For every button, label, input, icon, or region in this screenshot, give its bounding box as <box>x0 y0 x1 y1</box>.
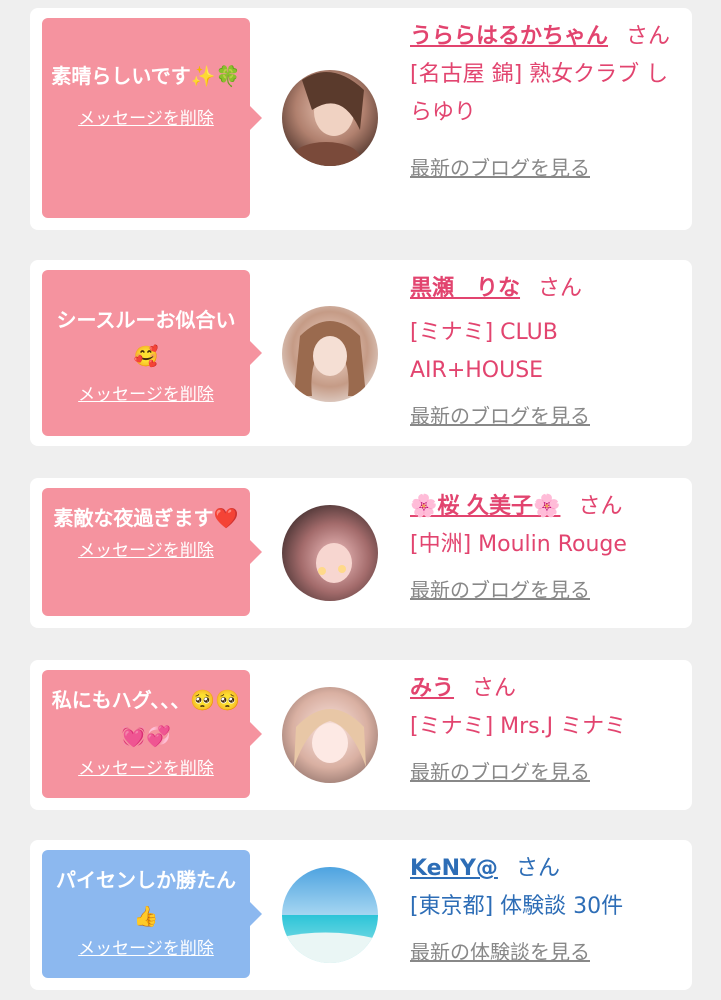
latest-blog-link[interactable]: 最新のブログを見る <box>410 756 590 785</box>
message-bubble: パイセンしか勝たん👍 メッセージを削除 <box>42 850 262 978</box>
user-name-link[interactable]: KeNY@ <box>410 856 498 881</box>
delete-message-link[interactable]: メッセージを削除 <box>78 380 214 405</box>
shop-name: [中洲] Moulin Rouge <box>410 532 627 557</box>
user-info: KeNY@ さん [東京都] 体験談 30件 最新の体験談を見る <box>410 850 682 965</box>
avatar[interactable] <box>282 505 378 601</box>
avatar[interactable] <box>282 306 378 402</box>
shop-name: [ミナミ] CLUB AIR+HOUSE <box>410 320 558 383</box>
delete-message-link[interactable]: メッセージを削除 <box>78 104 214 129</box>
latest-blog-link[interactable]: 最新のブログを見る <box>410 400 590 429</box>
avatar-photo-icon <box>282 505 378 601</box>
message-bubble: 素敵な夜過ぎます❤️ メッセージを削除 <box>42 488 262 616</box>
avatar-photo-icon <box>282 687 378 783</box>
message-text: パイセンしか勝たん👍 <box>56 868 236 928</box>
message-card: シースルーお似合い🥰 メッセージを削除 黒瀬 りな さん [ミナミ] CLUB A… <box>30 260 692 446</box>
user-name-link[interactable]: みう <box>410 676 454 701</box>
latest-report-link[interactable]: 最新の体験談を見る <box>410 936 590 965</box>
shop-name: [東京都] 体験談 30件 <box>410 894 624 919</box>
user-info: うららはるかちゃん さん [名古屋 錦] 熟女クラブ しらゆり 最新のブログを見る <box>410 18 682 181</box>
message-bubble: 素晴らしいです✨🍀 メッセージを削除 <box>42 18 262 218</box>
honorific: さん <box>538 276 583 301</box>
user-info: 黒瀬 りな さん [ミナミ] CLUB AIR+HOUSE 最新のブログを見る <box>410 270 682 429</box>
avatar-photo-icon <box>282 70 378 166</box>
honorific: さん <box>578 494 623 519</box>
honorific: さん <box>515 856 560 881</box>
user-info: みう さん [ミナミ] Mrs.J ミナミ 最新のブログを見る <box>410 670 682 785</box>
avatar[interactable] <box>282 687 378 783</box>
message-text: 素敵な夜過ぎます❤️ <box>53 506 239 530</box>
shop-name: [ミナミ] Mrs.J ミナミ <box>410 714 627 739</box>
message-text: シースルーお似合い🥰 <box>56 308 236 368</box>
delete-message-link[interactable]: メッセージを削除 <box>78 934 214 959</box>
avatar[interactable] <box>282 867 378 963</box>
delete-message-link[interactable]: メッセージを削除 <box>78 754 214 779</box>
message-card: パイセンしか勝たん👍 メッセージを削除 KeNY@ さん [東京都] 体験談 30… <box>30 840 692 990</box>
user-name-link[interactable]: うららはるかちゃん <box>410 24 608 49</box>
message-card: 私にもハグ、、、🥺🥺💓💞 メッセージを削除 みう さん [ミナミ] Mrs.J ミ… <box>30 660 692 810</box>
avatar[interactable] <box>282 70 378 166</box>
message-card: 素晴らしいです✨🍀 メッセージを削除 うららはるかちゃん さん [名古屋 錦] 熟… <box>30 8 692 230</box>
honorific: さん <box>472 676 517 701</box>
user-name-link[interactable]: 🌸桜 久美子🌸 <box>410 494 560 519</box>
user-name-link[interactable]: 黒瀬 りな <box>410 276 520 301</box>
avatar-photo-icon <box>282 306 378 402</box>
message-bubble: 私にもハグ、、、🥺🥺💓💞 メッセージを削除 <box>42 670 262 798</box>
beach-photo-icon <box>282 867 378 963</box>
message-text: 私にもハグ、、、🥺🥺💓💞 <box>51 688 241 748</box>
delete-message-link[interactable]: メッセージを削除 <box>78 536 214 561</box>
latest-blog-link[interactable]: 最新のブログを見る <box>410 152 590 181</box>
honorific: さん <box>626 24 671 49</box>
shop-name: [名古屋 錦] 熟女クラブ しらゆり <box>410 62 669 125</box>
latest-blog-link[interactable]: 最新のブログを見る <box>410 574 590 603</box>
message-text: 素晴らしいです✨🍀 <box>51 64 241 88</box>
user-info: 🌸桜 久美子🌸 さん [中洲] Moulin Rouge 最新のブログを見る <box>410 488 682 603</box>
message-bubble: シースルーお似合い🥰 メッセージを削除 <box>42 270 262 436</box>
message-card: 素敵な夜過ぎます❤️ メッセージを削除 🌸桜 久美子🌸 さん [中洲] Mouli… <box>30 478 692 628</box>
